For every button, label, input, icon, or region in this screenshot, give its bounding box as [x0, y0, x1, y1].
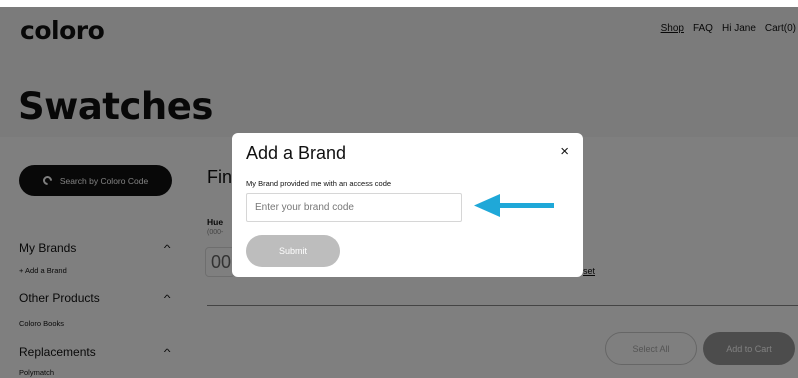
- modal-title: Add a Brand: [246, 143, 347, 163]
- access-code-label: My Brand provided me with an access code: [246, 179, 392, 188]
- arrow-left-icon: [474, 194, 554, 217]
- brand-code-input[interactable]: [246, 193, 462, 222]
- close-icon[interactable]: ×: [560, 143, 569, 160]
- arrow-head: [474, 194, 500, 217]
- arrow-shaft: [492, 203, 554, 208]
- submit-button[interactable]: Submit: [246, 235, 340, 267]
